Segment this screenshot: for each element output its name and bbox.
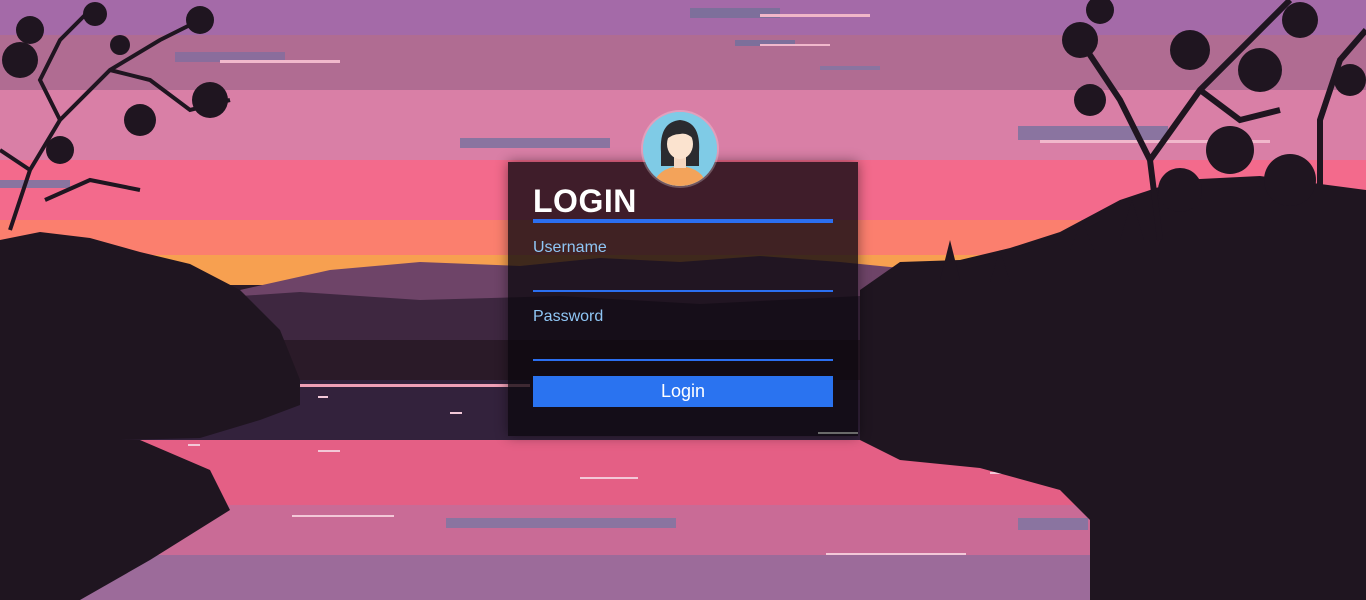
user-avatar-icon: [643, 112, 717, 186]
login-title: LOGIN: [533, 183, 637, 219]
resize-grip: [818, 432, 858, 434]
username-label: Username: [533, 239, 607, 256]
login-form: LOGIN Username Password Login: [533, 182, 833, 407]
username-input[interactable]: [533, 258, 833, 292]
password-label: Password: [533, 308, 604, 325]
password-input[interactable]: [533, 327, 833, 361]
login-button[interactable]: Login: [533, 376, 833, 407]
login-panel: LOGIN Username Password Login: [508, 162, 858, 436]
